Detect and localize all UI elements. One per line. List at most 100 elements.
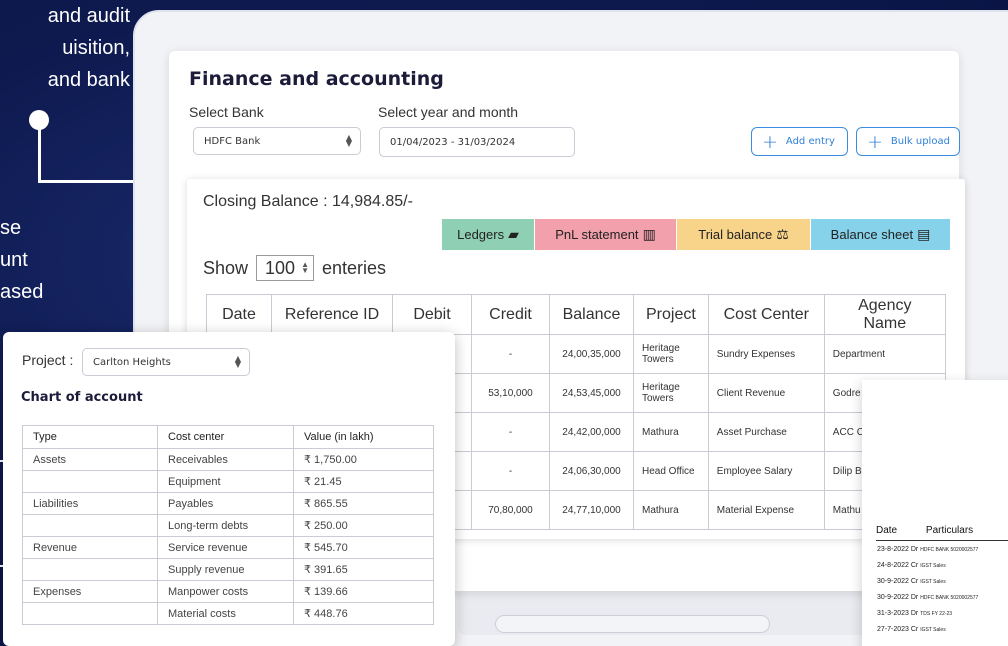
transaction-date: 30-9-2022 — [877, 594, 909, 601]
balance-cell: 24,42,00,000 — [549, 412, 634, 452]
transaction-particular: TDS FY 22-23 — [920, 611, 953, 617]
type-cell — [22, 470, 158, 493]
particulars-header: Particulars — [925, 525, 974, 536]
table-row: Supply revenue ₹ 391.65 — [22, 558, 434, 581]
bg-line: ased — [0, 281, 44, 303]
transaction-date: 31-3-2023 — [877, 610, 909, 617]
credit-cell: 70,80,000 — [471, 490, 550, 530]
bulk-upload-label: Bulk upload — [890, 136, 950, 147]
background-text-top: and audit uisition, and bank — [0, 0, 130, 96]
transaction-type: Cr — [910, 626, 919, 633]
credit-cell: 53,10,000 — [471, 373, 550, 413]
bg-line: and bank — [47, 69, 130, 91]
period-label: Select year and month — [378, 104, 519, 120]
project-cell: Mathura — [633, 412, 709, 452]
transaction-particular: IGST Sales — [920, 579, 946, 585]
cost-center-cell: Equipment — [157, 470, 294, 493]
project-label: Project : — [22, 352, 74, 368]
transaction-type: Dr — [910, 610, 919, 617]
balance-cell: 24,77,10,000 — [549, 490, 634, 530]
cost-center-cell: Asset Purchase — [707, 412, 825, 452]
column-header: Reference ID — [271, 294, 393, 335]
transaction-row[interactable]: 30-9-2022 Cr IGST Sales — [877, 578, 946, 585]
add-entry-label: Add entry — [785, 136, 835, 147]
tab-ledgers[interactable]: Ledgers ▰ — [442, 219, 534, 250]
transaction-row[interactable]: 24-8-2022 Cr IGST Sales — [877, 562, 946, 569]
tab-label: Balance sheet — [830, 227, 914, 242]
entries-select[interactable]: 100 ▲ ▼ — [256, 255, 314, 281]
value-cell: ₹ 391.65 — [293, 558, 434, 581]
chart-of-account-table: Type Cost center Value (in lakh) Assets … — [22, 425, 434, 625]
entries-label: enteries — [322, 257, 387, 278]
project-select[interactable]: Carlton Heights ▲ ▼ — [82, 348, 250, 376]
table-header-row: Date Reference ID Debit Credit Balance P… — [206, 294, 946, 335]
cost-center-cell: Sundry Expenses — [707, 334, 825, 374]
table-row: Material costs ₹ 448.76 — [22, 602, 434, 625]
transaction-row[interactable]: 31-3-2023 Dr TDS FY 22-23 — [877, 610, 952, 617]
bulk-upload-button[interactable]: + Bulk upload — [856, 127, 960, 156]
transaction-type: Dr — [910, 594, 919, 601]
project-cell: Mathura — [633, 490, 709, 530]
bg-line: unt — [0, 249, 28, 271]
transaction-row[interactable]: 30-9-2022 Dr HDFC BANK 5020002577 — [877, 594, 978, 601]
page-title: Finance and accounting — [189, 68, 444, 90]
scales-icon: ⚖ — [776, 226, 789, 242]
bg-line: and audit — [47, 5, 130, 27]
type-cell — [22, 602, 158, 625]
column-header: Cost center — [157, 425, 294, 449]
transactions-card — [862, 380, 1008, 646]
column-header: Project — [633, 294, 709, 335]
type-cell — [22, 514, 158, 537]
transaction-row[interactable]: 23-8-2022 Dr HDFC BANK 5020002577 — [877, 546, 978, 553]
agency-cell: Department — [823, 334, 946, 374]
cost-center-cell: Payables — [157, 492, 294, 515]
column-header: Date — [206, 294, 272, 335]
type-cell: Assets — [22, 448, 158, 471]
cost-center-cell: Material costs — [157, 602, 294, 625]
table-row: Revenue Service revenue ₹ 545.70 — [22, 536, 434, 559]
tab-pnl-statement[interactable]: PnL statement ▥ — [535, 219, 676, 250]
column-header: Value (in lakh) — [293, 425, 434, 449]
type-cell: Revenue — [22, 536, 158, 559]
credit-cell: - — [471, 451, 550, 491]
transaction-type: Dr — [910, 546, 919, 553]
transaction-date: 30-9-2022 — [877, 578, 909, 585]
cost-center-cell: Manpower costs — [157, 580, 294, 603]
transaction-date: 27-7-2023 — [877, 626, 909, 633]
tab-label: Trial balance — [698, 227, 773, 242]
closing-balance: Closing Balance : 14,984.85/- — [203, 193, 413, 210]
type-cell — [22, 558, 158, 581]
cost-center-cell: Client Revenue — [707, 373, 825, 413]
connector-line — [38, 120, 41, 182]
bg-line: uisition, — [62, 37, 130, 59]
transaction-row[interactable]: 27-7-2023 Cr IGST Sales — [877, 626, 946, 633]
project-cell: Heritage Towers — [633, 373, 709, 413]
connector-line — [38, 180, 138, 183]
period-input-value: 01/04/2023 - 31/03/2024 — [390, 136, 516, 148]
tab-trial-balance[interactable]: Trial balance ⚖ — [677, 219, 810, 250]
balance-cell: 24,06,30,000 — [549, 451, 634, 491]
tab-balance-sheet[interactable]: Balance sheet ▤ — [811, 219, 950, 250]
cost-center-cell: Employee Salary — [707, 451, 825, 491]
period-input[interactable]: 01/04/2023 - 31/03/2024 — [379, 127, 575, 157]
bg-line: se — [0, 217, 22, 239]
value-cell: ₹ 448.76 — [293, 602, 434, 625]
updown-arrow-icon: ▲ ▼ — [234, 354, 241, 369]
cost-center-cell: Supply revenue — [157, 558, 294, 581]
column-header: Credit — [471, 294, 550, 335]
updown-arrow-icon: ▲ ▼ — [301, 260, 309, 275]
bank-select[interactable]: HDFC Bank ▲ ▼ — [193, 127, 361, 155]
cost-center-cell: Receivables — [157, 448, 294, 471]
pnl-chart-icon: ▥ — [642, 226, 656, 242]
type-cell: Liabilities — [22, 492, 158, 515]
entries-select-value: 100 — [265, 257, 296, 278]
tab-label: PnL statement — [555, 227, 639, 242]
column-header: Balance — [549, 294, 634, 335]
add-entry-button[interactable]: + Add entry — [751, 127, 848, 156]
cost-center-cell: Service revenue — [157, 536, 294, 559]
credit-cell: - — [471, 412, 550, 452]
project-select-value: Carlton Heights — [93, 356, 171, 368]
table-row: Liabilities Payables ₹ 865.55 — [22, 492, 434, 515]
table-row: Assets Receivables ₹ 1,750.00 — [22, 448, 434, 471]
bottom-panel-handle — [495, 615, 770, 633]
